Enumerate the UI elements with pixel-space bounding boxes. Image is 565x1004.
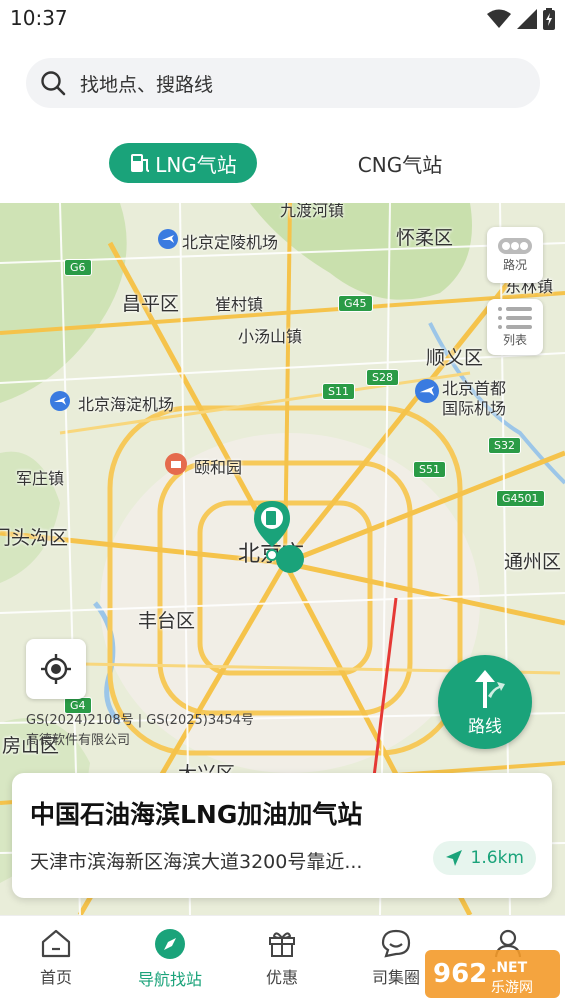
station-card[interactable]: 中国石油海滨LNG加油加气站 天津市滨海新区海滨大道3200号靠近... 1.6… xyxy=(12,773,552,898)
search-icon xyxy=(41,71,66,96)
station-distance-value: 1.6km xyxy=(470,848,524,868)
nav-item-navigate[interactable]: 导航找站 xyxy=(120,928,220,990)
list-label: 列表 xyxy=(502,332,527,347)
route-label: 路线 xyxy=(468,716,502,737)
navigation-arrow-icon xyxy=(445,850,462,866)
map-label-jiudu: 九渡河镇 xyxy=(280,203,345,220)
scenic-spot-icon xyxy=(165,453,187,475)
signal-icon xyxy=(517,9,537,29)
map-label-tongzhou: 通州区 xyxy=(504,551,562,573)
route-arrow-icon xyxy=(475,669,505,708)
map-label-junzhuang: 军庄镇 xyxy=(16,469,65,488)
list-icon xyxy=(498,306,532,329)
map-label-fengtai: 丰台区 xyxy=(138,610,196,632)
map-label-cuicun: 崔村镇 xyxy=(215,295,264,314)
wifi-icon xyxy=(487,9,511,28)
status-time: 10:37 xyxy=(10,6,68,30)
watermark-logo: 962 .NET 乐游网 xyxy=(425,950,560,998)
map-copyright: GS(2024)2108号 | GS(2025)3454号 高德软件有限公司 xyxy=(26,711,254,751)
nav-item-offers[interactable]: 优惠 xyxy=(232,928,332,988)
map-label-shunyi: 顺义区 xyxy=(426,347,484,369)
airport-icon xyxy=(158,229,178,249)
highway-badge: G4501 xyxy=(496,490,545,507)
home-icon xyxy=(41,929,71,958)
gas-station-marker-icon[interactable] xyxy=(250,499,306,579)
highway-badge: S28 xyxy=(366,369,399,386)
highway-badge: G45 xyxy=(338,295,373,312)
compass-icon xyxy=(155,929,185,959)
svg-text:乐游网: 乐游网 xyxy=(491,980,533,996)
traffic-label: 路况 xyxy=(502,257,527,272)
map-label-yiheyuan: 颐和园 xyxy=(194,458,243,477)
nav-item-home[interactable]: 首页 xyxy=(6,928,106,988)
map-copyright-line-1: GS(2024)2108号 | GS(2025)3454号 xyxy=(26,713,254,728)
highway-badge: S11 xyxy=(322,383,355,400)
station-name: 中国石油海滨LNG加油加气站 xyxy=(30,800,363,829)
nav-label-offers: 优惠 xyxy=(265,968,298,987)
locate-button[interactable] xyxy=(26,639,86,699)
traffic-icon xyxy=(498,237,532,254)
battery-icon xyxy=(543,8,555,30)
tab-lng-label: LNG气站 xyxy=(155,152,237,177)
nav-label-home: 首页 xyxy=(39,968,72,987)
station-address: 天津市滨海新区海滨大道3200号靠近... xyxy=(30,851,363,873)
fuel-pump-icon xyxy=(131,154,150,172)
status-bar: 10:37 xyxy=(0,0,565,40)
highway-badge: S51 xyxy=(413,461,446,478)
traffic-button[interactable]: 路况 xyxy=(487,227,543,283)
search-input[interactable]: 找地点、搜路线 xyxy=(26,58,540,108)
airport-icon xyxy=(415,379,439,403)
station-distance-badge[interactable]: 1.6km xyxy=(432,841,536,875)
map-label-dingling-airport: 北京定陵机场 xyxy=(182,233,279,252)
list-button[interactable]: 列表 xyxy=(487,299,543,355)
map-label-huairou: 怀柔区 xyxy=(396,227,454,249)
map-label-mentougou: 门头沟区 xyxy=(0,527,69,549)
route-button[interactable]: 路线 xyxy=(438,655,532,749)
nav-label-community: 司集圈 xyxy=(371,968,420,987)
highway-badge: S32 xyxy=(488,437,521,454)
locate-icon xyxy=(41,654,71,684)
map-label-xiaotangshan: 小汤山镇 xyxy=(238,327,303,346)
search-placeholder: 找地点、搜路线 xyxy=(80,74,214,96)
tab-lng[interactable]: LNG气站 xyxy=(109,143,257,183)
highway-badge: G6 xyxy=(64,259,92,276)
status-icons xyxy=(487,8,555,30)
svg-text:962: 962 xyxy=(433,959,487,989)
gift-icon xyxy=(269,932,295,957)
map-copyright-line-2: 高德软件有限公司 xyxy=(26,733,131,748)
nav-label-navigate: 导航找站 xyxy=(137,970,202,989)
chat-icon xyxy=(381,929,411,958)
map-label-haidian-airport: 北京海淀机场 xyxy=(78,395,175,414)
tab-cng-label: CNG气站 xyxy=(357,152,443,177)
map-label-changping: 昌平区 xyxy=(122,293,180,315)
map-label-capital-airport-2: 国际机场 xyxy=(442,399,507,418)
svg-text:.NET: .NET xyxy=(491,960,528,976)
tab-cng[interactable]: CNG气站 xyxy=(350,143,450,183)
airport-icon xyxy=(50,391,70,411)
